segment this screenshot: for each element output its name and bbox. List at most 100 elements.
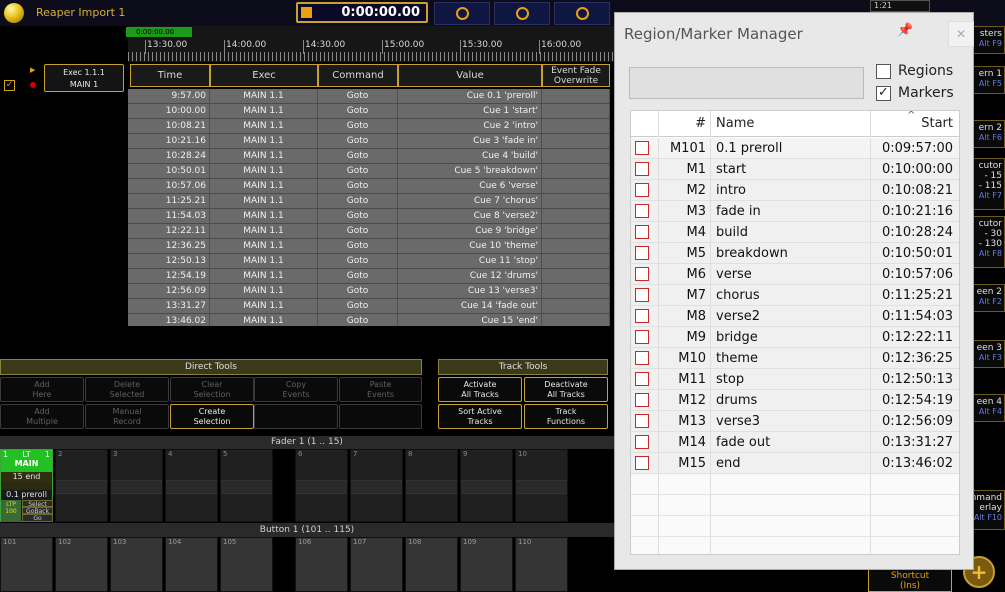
marker-color-swatch[interactable] [635,183,649,197]
marker-row[interactable]: M3 fade in 0:10:21:16 [631,201,959,222]
executor-button-cell[interactable]: 110 [515,537,568,592]
executor-select-button[interactable]: Select [22,500,53,508]
marker-color-swatch[interactable] [635,330,649,344]
executor-button-cell[interactable]: 107 [350,537,403,592]
table-row[interactable]: 12:54.19 MAIN 1.1 Goto Cue 12 'drums' [128,269,610,284]
main-executor-fader[interactable]: 1 LT 1 MAIN 15 end 0.1 preroll LTP 100 S… [0,449,53,522]
executor-go-button[interactable]: Go [22,514,53,522]
table-row[interactable]: 9:57.00 MAIN 1.1 Goto Cue 0.1 'preroll' [128,89,610,104]
marker-color-swatch[interactable] [635,414,649,428]
col-fade-header[interactable]: Event Fade Overwrite [542,64,610,87]
regions-checkbox[interactable] [876,64,891,79]
marker-color-swatch[interactable] [635,393,649,407]
marker-row[interactable]: M12 drums 0:12:54:19 [631,390,959,411]
table-row[interactable]: 13:31.27 MAIN 1.1 Goto Cue 14 'fade out' [128,299,610,314]
col-number-header[interactable]: # [659,111,711,137]
track-functions-button[interactable]: Track Functions [524,404,608,429]
marker-color-swatch[interactable] [635,267,649,281]
zoom-fit-button[interactable] [554,2,610,25]
col-time-header[interactable]: Time [130,64,210,87]
clear-selection-button[interactable]: Clear Selection [170,377,254,402]
delete-selected-button[interactable]: Delete Selected [85,377,169,402]
marker-row[interactable]: M15 end 0:13:46:02 [631,453,959,474]
marker-color-swatch[interactable] [635,225,649,239]
marker-row[interactable]: M7 chorus 0:11:25:21 [631,285,959,306]
executor-button-cell[interactable]: 106 [295,537,348,592]
zoom-in-button[interactable] [494,2,550,25]
marker-row[interactable]: M2 intro 0:10:08:21 [631,180,959,201]
fader-cell[interactable]: 2 [55,449,108,522]
marker-row[interactable]: M9 bridge 0:12:22:11 [631,327,959,348]
col-command-header[interactable]: Command [318,64,398,87]
marker-row[interactable]: M6 verse 0:10:57:06 [631,264,959,285]
marker-row[interactable]: M1 start 0:10:00:00 [631,159,959,180]
table-row[interactable]: 10:28.24 MAIN 1.1 Goto Cue 4 'build' [128,149,610,164]
sort-active-tracks-button[interactable]: Sort Active Tracks [438,404,522,429]
close-button[interactable]: ✕ [948,21,974,47]
track-exec-button[interactable]: Exec 1.1.1 MAIN 1 [44,64,124,92]
fader-cell[interactable]: 7 [350,449,403,522]
shortcut-button[interactable]: Shortcut (Ins) [868,568,952,592]
table-row[interactable]: 12:50.13 MAIN 1.1 Goto Cue 11 'stop' [128,254,610,269]
table-row[interactable]: 12:56.09 MAIN 1.1 Goto Cue 13 'verse3' [128,284,610,299]
table-row[interactable]: 12:36.25 MAIN 1.1 Goto Cue 10 'theme' [128,239,610,254]
paste-events-button[interactable]: Paste Events [339,377,422,402]
manual-record-button[interactable]: Manual Record [85,404,169,429]
marker-row[interactable]: M8 verse2 0:11:54:03 [631,306,959,327]
create-selection-button[interactable]: Create Selection [170,404,254,429]
pin-icon[interactable]: 📌 [897,23,913,38]
activate-all-tracks-button[interactable]: Activate All Tracks [438,377,522,402]
markers-checkbox[interactable]: ✓ [876,86,891,101]
marker-row[interactable]: M14 fade out 0:13:31:27 [631,432,959,453]
zoom-out-button[interactable] [434,2,490,25]
fader-cell[interactable]: 10 [515,449,568,522]
fader-cell[interactable]: 3 [110,449,163,522]
fader-cell[interactable]: 4 [165,449,218,522]
add-here-button[interactable]: Add Here [0,377,84,402]
col-start-header[interactable]: ^ Start [871,111,959,137]
fader-cell[interactable]: 5 [220,449,273,522]
marker-color-swatch[interactable] [635,435,649,449]
marker-row[interactable]: M4 build 0:10:28:24 [631,222,959,243]
filter-input[interactable] [629,67,864,99]
table-row[interactable]: 10:21.16 MAIN 1.1 Goto Cue 3 'fade in' [128,134,610,149]
fader-cell[interactable]: 8 [405,449,458,522]
table-row[interactable]: 11:54.03 MAIN 1.1 Goto Cue 8 'verse2' [128,209,610,224]
marker-color-swatch[interactable] [635,246,649,260]
marker-row[interactable]: M13 verse3 0:12:56:09 [631,411,959,432]
marker-color-swatch[interactable] [635,372,649,386]
executor-button-cell[interactable]: 102 [55,537,108,592]
app-orb-icon[interactable] [4,3,24,23]
marker-color-swatch[interactable] [635,351,649,365]
marker-row[interactable]: M10 theme 0:12:36:25 [631,348,959,369]
executor-button-cell[interactable]: 105 [220,537,273,592]
marker-row[interactable]: M101 0.1 preroll 0:09:57:00 [631,138,959,159]
executor-button-cell[interactable]: 109 [460,537,513,592]
deactivate-all-tracks-button[interactable]: Deactivate All Tracks [524,377,608,402]
executor-goback-button[interactable]: GoBack [22,507,53,515]
executor-button-cell[interactable]: 104 [165,537,218,592]
table-row[interactable]: 10:57.06 MAIN 1.1 Goto Cue 6 'verse' [128,179,610,194]
table-row[interactable]: 12:22.11 MAIN 1.1 Goto Cue 9 'bridge' [128,224,610,239]
fader-cell[interactable]: 9 [460,449,513,522]
marker-color-swatch[interactable] [635,162,649,176]
executor-button-cell[interactable]: 108 [405,537,458,592]
table-row[interactable]: 10:08.21 MAIN 1.1 Goto Cue 2 'intro' [128,119,610,134]
table-row[interactable]: 11:25.21 MAIN 1.1 Goto Cue 7 'chorus' [128,194,610,209]
executor-button-cell[interactable]: 103 [110,537,163,592]
marker-color-swatch[interactable] [635,456,649,470]
marker-color-swatch[interactable] [635,141,649,155]
col-exec-header[interactable]: Exec [210,64,318,87]
marker-color-swatch[interactable] [635,288,649,302]
fader-cell[interactable]: 6 [295,449,348,522]
copy-events-button[interactable]: Copy Events [254,377,338,402]
col-value-header[interactable]: Value [398,64,542,87]
table-row[interactable]: 10:00.00 MAIN 1.1 Goto Cue 1 'start' [128,104,610,119]
col-name-header[interactable]: Name [711,111,871,137]
marker-color-swatch[interactable] [635,309,649,323]
col-color-header[interactable] [631,111,659,137]
marker-color-swatch[interactable] [635,204,649,218]
table-row[interactable]: 10:50.01 MAIN 1.1 Goto Cue 5 'breakdown' [128,164,610,179]
executor-button-cell[interactable]: 101 [0,537,53,592]
marker-row[interactable]: M5 breakdown 0:10:50:01 [631,243,959,264]
